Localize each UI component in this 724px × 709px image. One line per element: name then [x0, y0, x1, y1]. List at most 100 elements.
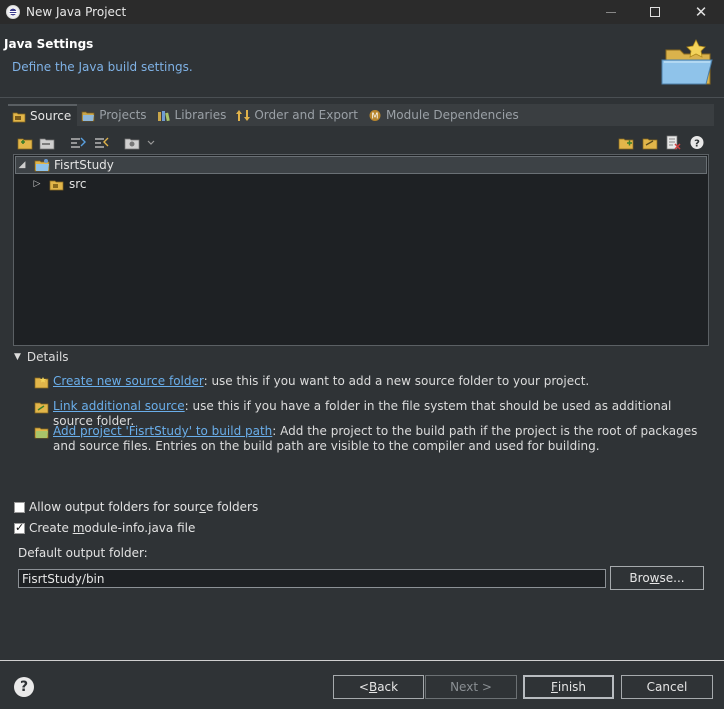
tab-source[interactable]: Source [8, 104, 78, 126]
svg-text:M: M [372, 111, 379, 120]
configure-inclusion-button[interactable] [94, 135, 110, 150]
allow-output-folders-option[interactable]: Allow output folders for source folders [14, 500, 258, 514]
link-folder-icon [642, 138, 658, 150]
link-source-icon [34, 402, 49, 414]
maximize-icon [650, 7, 660, 17]
close-icon: ✕ [694, 2, 708, 21]
default-output-folder-label: Default output folder: [18, 546, 148, 560]
details-item-create-folder: Create new source folder: use this if yo… [34, 374, 713, 389]
eclipse-icon [6, 5, 20, 19]
edit-filters-button[interactable] [70, 135, 86, 150]
inclusion-icon [95, 137, 109, 148]
back-mnemonic: B [368, 680, 378, 694]
finish-mnemonic: F [550, 680, 558, 694]
module-info-label-part: odule-info.java file [84, 521, 196, 535]
tab-order-and-export-label: Order and Export [254, 108, 358, 122]
header-divider [0, 97, 724, 98]
tab-module-dependencies[interactable]: M Module Dependencies [364, 104, 525, 126]
new-source-folder-button[interactable] [618, 135, 634, 150]
cancel-button[interactable]: Cancel [621, 675, 713, 699]
libraries-icon [157, 110, 170, 121]
create-module-info-label: Create module-info.java file [29, 521, 195, 535]
finish-button[interactable]: Finish [523, 675, 614, 699]
link-source-icon [39, 138, 55, 150]
tab-projects-label: Projects [99, 108, 147, 122]
package-folder-icon [49, 180, 64, 190]
window-titlebar: New Java Project ✕ [0, 0, 724, 24]
finish-label-part: inish [557, 680, 587, 694]
allow-output-mnemonic: c [199, 500, 206, 514]
minimize-icon [606, 11, 616, 13]
browse-label-part: Bro [629, 571, 650, 585]
create-new-source-folder-link[interactable]: Create new source folder [53, 374, 204, 388]
tab-module-dependencies-label: Module Dependencies [385, 108, 519, 122]
add-to-build-path-icon [34, 427, 49, 439]
next-button[interactable]: Next > [425, 675, 517, 699]
output-folder-icon [124, 138, 140, 150]
source-tree[interactable]: ◢ FisrtStudy ▷ src [13, 154, 709, 346]
add-folder-icon [17, 138, 33, 150]
allow-output-folders-checkbox[interactable] [14, 501, 25, 513]
remove-button[interactable] [665, 135, 681, 150]
details-label: Details [26, 350, 69, 364]
default-output-folder-input[interactable] [18, 569, 606, 588]
module-icon: M [369, 109, 381, 121]
create-module-info-option[interactable]: Create module-info.java file [14, 521, 195, 535]
back-label-part: ack [377, 680, 399, 694]
chevron-down-icon [147, 140, 155, 145]
minimize-button[interactable] [588, 0, 634, 24]
allow-output-label-part: e folders [205, 500, 259, 514]
configure-output-button[interactable] [124, 135, 140, 150]
source-toolbar: ? [14, 134, 708, 152]
tree-item-project[interactable]: ◢ FisrtStudy [15, 156, 707, 174]
allow-output-label-part: Allow output folders for sour [29, 500, 200, 514]
help-button[interactable]: ? [689, 135, 705, 150]
close-button[interactable]: ✕ [678, 0, 724, 24]
tab-libraries[interactable]: Libraries [153, 104, 233, 126]
footer-divider [0, 660, 724, 661]
window-title: New Java Project [26, 5, 127, 19]
source-folder-icon [12, 112, 26, 122]
create-module-info-checkbox[interactable] [14, 521, 25, 534]
allow-output-folders-label: Allow output folders for source folders [29, 500, 258, 514]
tab-libraries-label: Libraries [174, 108, 227, 122]
module-info-mnemonic: m [72, 521, 85, 535]
maximize-button[interactable] [632, 0, 678, 24]
browse-label-part: se... [659, 571, 685, 585]
tree-item-project-label: FisrtStudy [54, 158, 114, 172]
chevron-down-icon: ▼ [14, 352, 21, 362]
new-source-folder-icon [34, 377, 49, 389]
page-title: Java Settings [4, 37, 94, 51]
add-project-to-build-path-link[interactable]: Add project 'FisrtStudy' to build path [53, 424, 272, 438]
order-export-icon [236, 109, 251, 121]
settings-tabbar: Source Projects Libraries Order and Expo… [8, 104, 714, 126]
new-source-folder-icon [618, 138, 634, 150]
projects-icon [81, 111, 95, 121]
svg-text:?: ? [694, 139, 700, 150]
tree-item-src[interactable]: ▷ src [31, 175, 87, 193]
details-toggle[interactable]: ▼ Details [14, 350, 69, 364]
help-icon[interactable]: ? [14, 677, 34, 697]
link-folder-button[interactable] [642, 135, 658, 150]
filter-icon [71, 137, 86, 148]
link-additional-source-link[interactable]: Link additional source [53, 399, 185, 413]
wizard-header: Java Settings Define the Java build sett… [0, 24, 724, 97]
back-button[interactable]: < Back [333, 675, 424, 699]
java-project-folder-icon [661, 39, 713, 85]
tab-source-label: Source [30, 109, 72, 123]
java-project-icon [34, 159, 50, 172]
help-icon: ? [690, 136, 704, 150]
details-item-add-project: Add project 'FisrtStudy' to build path: … [34, 424, 713, 454]
browse-button[interactable]: Bro w se... [610, 566, 704, 590]
module-info-label-part: Create [29, 521, 73, 535]
collapse-icon[interactable]: ◢ [16, 160, 28, 170]
tab-projects[interactable]: Projects [77, 104, 152, 126]
add-folder-button[interactable] [17, 135, 33, 150]
link-source-button[interactable] [39, 135, 55, 150]
expand-icon[interactable]: ▷ [31, 179, 43, 189]
back-label-part: < [358, 680, 369, 694]
tab-order-and-export[interactable]: Order and Export [232, 104, 364, 126]
output-dropdown-button[interactable] [146, 135, 156, 150]
page-description: Define the Java build settings. [12, 60, 193, 74]
create-folder-description: : use this if you want to add a new sour… [203, 374, 590, 388]
